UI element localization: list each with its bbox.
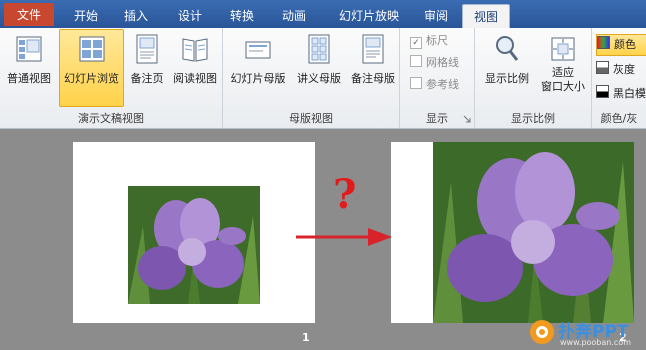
reading-view-label: 阅读视图 <box>173 72 217 85</box>
ruler-checkbox[interactable]: ✓ 标尺 <box>410 32 448 50</box>
check-icon: ✓ <box>410 37 422 49</box>
handout-master-label: 讲义母版 <box>297 72 341 85</box>
color-swatch-icon <box>597 36 610 49</box>
tab-review[interactable]: 审阅 <box>414 4 458 28</box>
color-mode-color-button[interactable]: 颜色 <box>596 34 646 56</box>
group-label-master-views: 母版视图 <box>289 112 333 125</box>
slide-sorter-button[interactable]: 幻灯片浏览 <box>59 29 124 107</box>
group-presentation-views: 普通视图 幻灯片浏览 备注页 阅读视图 演示文稿视图 <box>0 28 223 128</box>
color-mode-bw-button[interactable]: 黑白模 <box>596 84 646 104</box>
slide-master-icon <box>245 41 271 59</box>
guides-checkbox[interactable]: 参考线 <box>410 76 459 94</box>
slide-master-label: 幻灯片母版 <box>230 72 286 85</box>
fit-to-window-button[interactable]: 适应 窗口大小 <box>535 30 591 102</box>
group-label-color: 颜色/灰 <box>600 112 638 125</box>
notes-page-label: 备注页 <box>130 72 164 85</box>
dialog-launcher-icon[interactable] <box>463 115 471 123</box>
gridlines-checkbox[interactable]: 网格线 <box>410 54 459 72</box>
tab-view[interactable]: 视图 <box>462 4 510 29</box>
group-show: ✓ 标尺 网格线 参考线 显示 <box>400 28 475 128</box>
slide-master-button[interactable]: 幻灯片母版 <box>227 30 289 102</box>
notes-page-icon <box>136 34 158 64</box>
reading-view-button[interactable]: 阅读视图 <box>170 30 220 102</box>
zoom-label: 显示比例 <box>485 72 529 85</box>
ribbon: 普通视图 幻灯片浏览 备注页 阅读视图 演示文稿视图 幻灯片母版 讲义母版 备注… <box>0 28 646 129</box>
group-label-zoom: 显示比例 <box>511 112 555 125</box>
color-mode-grayscale-button[interactable]: 灰度 <box>596 60 646 80</box>
group-master-views: 幻灯片母版 讲义母版 备注母版 母版视图 <box>223 28 400 128</box>
gridlines-label: 网格线 <box>426 56 459 69</box>
handout-master-icon <box>308 34 330 64</box>
guides-label: 参考线 <box>426 78 459 91</box>
normal-view-label: 普通视图 <box>7 72 51 85</box>
tab-transitions[interactable]: 转换 <box>220 4 264 28</box>
tab-file[interactable]: 文件 <box>4 3 54 26</box>
fit-window-icon <box>551 37 575 61</box>
group-label-presentation-views: 演示文稿视图 <box>78 112 144 125</box>
normal-view-button[interactable]: 普通视图 <box>2 30 56 102</box>
bw-swatch-icon <box>596 85 609 98</box>
slide-thumbnail-2[interactable] <box>391 142 634 323</box>
notes-master-icon <box>362 34 384 64</box>
red-arrow-icon <box>296 228 392 246</box>
grayscale-swatch-icon <box>596 61 609 74</box>
notes-master-label: 备注母版 <box>351 72 395 85</box>
normal-view-icon <box>16 36 42 62</box>
tab-design[interactable]: 设计 <box>168 4 212 28</box>
slide-number-1: 1 <box>302 331 310 344</box>
ribbon-tab-bar: 文件 开始 插入 设计 转换 动画 幻灯片放映 审阅 视图 <box>0 0 646 29</box>
watermark-logo: 扑奔PPT www.pooban.com <box>528 318 646 350</box>
notes-page-button[interactable]: 备注页 <box>124 30 170 102</box>
group-zoom: 显示比例 适应 窗口大小 显示比例 <box>475 28 592 128</box>
notes-master-button[interactable]: 备注母版 <box>347 30 399 102</box>
tab-slideshow[interactable]: 幻灯片放映 <box>326 4 412 28</box>
fit-window-label-line1: 适应 <box>552 66 574 79</box>
slide-thumbnail-1[interactable] <box>73 142 315 323</box>
tab-insert[interactable]: 插入 <box>114 4 158 28</box>
handout-master-button[interactable]: 讲义母版 <box>291 30 347 102</box>
zoom-button[interactable]: 显示比例 <box>479 30 535 102</box>
watermark-url: www.pooban.com <box>560 338 631 347</box>
reading-view-icon <box>182 38 208 62</box>
iris-flower-image-fullsize <box>433 142 634 323</box>
tab-animations[interactable]: 动画 <box>272 4 316 28</box>
ruler-label: 标尺 <box>426 34 448 47</box>
fit-window-label-line2: 窗口大小 <box>541 80 585 93</box>
tab-home[interactable]: 开始 <box>64 4 108 28</box>
slide-sorter-icon <box>79 36 104 62</box>
question-mark-annotation: ? <box>333 171 357 218</box>
magnifier-icon <box>496 36 519 61</box>
slide-sorter-label: 幻灯片浏览 <box>64 72 119 85</box>
iris-flower-image <box>128 186 260 304</box>
